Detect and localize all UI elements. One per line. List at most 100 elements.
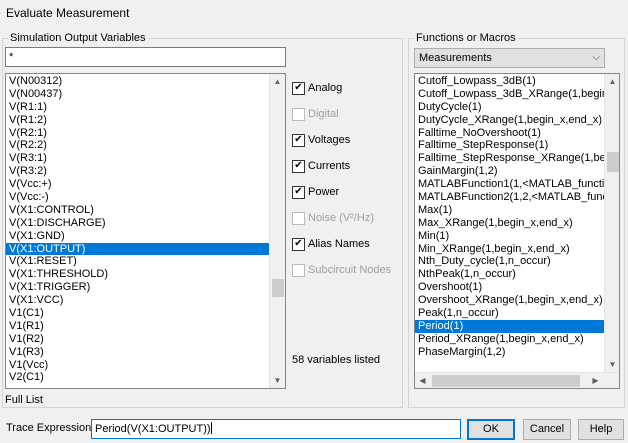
variable-list-item[interactable]: V(N00312) [6, 75, 269, 88]
chevron-down-icon: ⌵ [592, 52, 600, 63]
checkbox-empty-icon [292, 211, 305, 225]
variable-list-item[interactable]: V(R2:2) [6, 139, 269, 152]
variable-list-item[interactable]: V(Vcc:-) [6, 191, 269, 204]
filter-checkbox-row[interactable]: ✔ Alias Names [292, 235, 370, 253]
function-list-item[interactable]: NthPeak(1,n_occur) [415, 268, 604, 281]
filter-checkbox-label: Subcircuit Nodes [308, 264, 392, 276]
function-list-item[interactable]: MATLABFunction2(1,2,<MATLAB_func [415, 191, 604, 204]
trace-expression-label: Trace Expression: [6, 422, 95, 434]
cancel-button[interactable]: Cancel [523, 419, 571, 440]
filter-checkbox-row[interactable]: ✔ Power [292, 183, 339, 201]
checkmark-icon[interactable]: ✔ [292, 237, 305, 251]
variable-list-item[interactable]: V(X1:RESET) [6, 255, 269, 268]
variable-list-item[interactable]: V(X1:DISCHARGE) [6, 217, 269, 230]
function-list-item[interactable]: Overshoot_XRange(1,begin_x,end_x) [415, 294, 604, 307]
function-list-item[interactable]: Peak(1,n_occur) [415, 307, 604, 320]
functions-macros-group-label: Functions or Macros [414, 32, 518, 44]
function-list-item[interactable]: PhaseMargin(1,2) [415, 346, 604, 359]
functions-list-rows: Cutoff_Lowpass_3dB(1) Cutoff_Lowpass_3dB_… [415, 75, 604, 359]
function-list-item[interactable]: Nth_Duty_cycle(1,n_occur) [415, 255, 604, 268]
checkmark-icon[interactable]: ✔ [292, 159, 305, 173]
scroll-left-arrow-icon[interactable]: ◀ [415, 373, 430, 388]
filter-checkbox-label: Noise (V²/Hz) [308, 212, 375, 224]
filter-checkbox-row[interactable]: ✔ Voltages [292, 131, 350, 149]
variables-list-rows: V(N00312) V(N00437) V(R1:1) V(R1:2) V(R2:1) V… [6, 75, 269, 384]
functions-list-vscrollbar[interactable]: ▲ ▼ [604, 74, 619, 372]
variable-list-item[interactable]: V2(C1) [6, 371, 269, 384]
function-list-item[interactable]: DutyCycle(1) [415, 101, 604, 114]
variable-list-item[interactable]: V(X1:GND) [6, 230, 269, 243]
functions-list-hscrollbar[interactable]: ◀ ▶ [415, 372, 619, 388]
checkbox-empty-icon [292, 263, 305, 277]
filter-checkbox-label: Alias Names [308, 238, 370, 250]
function-category-value: Measurements [419, 52, 492, 64]
ok-button[interactable]: OK [467, 419, 515, 440]
filter-checkbox-label: Power [308, 186, 340, 198]
filter-checkbox-label: Currents [308, 160, 351, 172]
variable-list-item[interactable]: V1(C1) [6, 307, 269, 320]
variable-list-item[interactable]: V1(R1) [6, 320, 269, 333]
function-list-item[interactable]: Falltime_StepResponse_XRange(1,beg [415, 152, 604, 165]
trace-expression-value: Period(V(X1:OUTPUT)) [95, 423, 211, 435]
scroll-down-arrow-icon[interactable]: ▼ [605, 357, 619, 372]
functions-hscroll-thumb[interactable] [432, 375, 580, 387]
variable-list-item[interactable]: V(X1:CONTROL) [6, 204, 269, 217]
scroll-up-arrow-icon[interactable]: ▲ [605, 74, 619, 89]
variable-filter-input[interactable]: * [5, 47, 286, 67]
function-list-item[interactable]: Period(1) [415, 319, 604, 333]
checkbox-empty-icon [292, 107, 305, 121]
variable-list-item[interactable]: V1(R2) [6, 333, 269, 346]
function-category-dropdown[interactable]: Measurements ⌵ [414, 48, 605, 68]
filter-checkbox-label: Analog [308, 82, 343, 94]
checkmark-icon[interactable]: ✔ [292, 185, 305, 199]
filter-checkbox-row: Subcircuit Nodes [292, 261, 391, 279]
variable-list-item[interactable]: V(R1:2) [6, 114, 269, 127]
function-list-item[interactable]: Falltime_StepResponse(1) [415, 139, 604, 152]
functions-vscroll-thumb[interactable] [607, 152, 619, 172]
variables-list[interactable]: V(N00312) V(N00437) V(R1:1) V(R1:2) V(R2:1) V… [5, 73, 286, 389]
function-list-item[interactable]: Period_XRange(1,begin_x,end_x) [415, 333, 604, 346]
function-list-item[interactable]: MATLABFunction1(1,<MATLAB_functio [415, 178, 604, 191]
simulation-output-group-label: Simulation Output Variables [8, 32, 148, 44]
function-list-item[interactable]: Cutoff_Lowpass_3dB_XRange(1,begin_ [415, 88, 604, 101]
variable-list-item[interactable]: V(Vcc:+) [6, 178, 269, 191]
functions-list[interactable]: Cutoff_Lowpass_3dB(1) Cutoff_Lowpass_3dB_… [414, 73, 620, 389]
variables-list-scrollbar[interactable]: ▲ ▼ [269, 74, 285, 388]
variables-scroll-thumb[interactable] [272, 279, 284, 297]
scroll-right-arrow-icon[interactable]: ▶ [588, 373, 603, 388]
trace-expression-input[interactable]: Period(V(X1:OUTPUT)) [91, 419, 461, 439]
function-list-item[interactable]: Min(1) [415, 230, 604, 243]
filter-checkbox-row: Digital [292, 105, 339, 123]
variable-list-item[interactable]: V(R1:1) [6, 101, 269, 114]
function-list-item[interactable]: Min_XRange(1,begin_x,end_x) [415, 243, 604, 256]
variable-list-item[interactable]: V(R3:1) [6, 152, 269, 165]
variable-list-item[interactable]: V(X1:THRESHOLD) [6, 268, 269, 281]
function-list-item[interactable]: Cutoff_Lowpass_3dB(1) [415, 75, 604, 88]
function-list-item[interactable]: GainMargin(1,2) [415, 165, 604, 178]
variable-list-item[interactable]: V(X1:OUTPUT) [6, 242, 269, 256]
function-list-item[interactable]: Falltime_NoOvershoot(1) [415, 127, 604, 140]
variable-list-item[interactable]: V(X1:TRIGGER) [6, 281, 269, 294]
function-list-item[interactable]: Max(1) [415, 204, 604, 217]
variable-list-item[interactable]: V1(R3) [6, 346, 269, 359]
variable-list-item[interactable]: V(X1:VCC) [6, 294, 269, 307]
filter-checkbox-row[interactable]: ✔ Analog [292, 79, 342, 97]
filter-checkbox-label: Voltages [308, 134, 351, 146]
function-list-item[interactable]: Max_XRange(1,begin_x,end_x) [415, 217, 604, 230]
help-button[interactable]: Help [578, 419, 624, 440]
checkmark-icon[interactable]: ✔ [292, 81, 305, 95]
filter-checkbox-row: Noise (V²/Hz) [292, 209, 374, 227]
scroll-down-arrow-icon[interactable]: ▼ [270, 373, 285, 388]
scroll-up-arrow-icon[interactable]: ▲ [270, 74, 285, 89]
function-list-item[interactable]: DutyCycle_XRange(1,begin_x,end_x) [415, 114, 604, 127]
variable-list-item[interactable]: V(R3:2) [6, 165, 269, 178]
variable-list-item[interactable]: V1(Vcc) [6, 359, 269, 372]
checkmark-icon[interactable]: ✔ [292, 133, 305, 147]
variable-list-item[interactable]: V(N00437) [6, 88, 269, 101]
filter-checkbox-row[interactable]: ✔ Currents [292, 157, 350, 175]
window-title: Evaluate Measurement [6, 6, 130, 20]
variable-count-text: 58 variables listed [292, 354, 381, 366]
full-list-label: Full List [5, 394, 43, 406]
variable-list-item[interactable]: V(R2:1) [6, 127, 269, 140]
function-list-item[interactable]: Overshoot(1) [415, 281, 604, 294]
